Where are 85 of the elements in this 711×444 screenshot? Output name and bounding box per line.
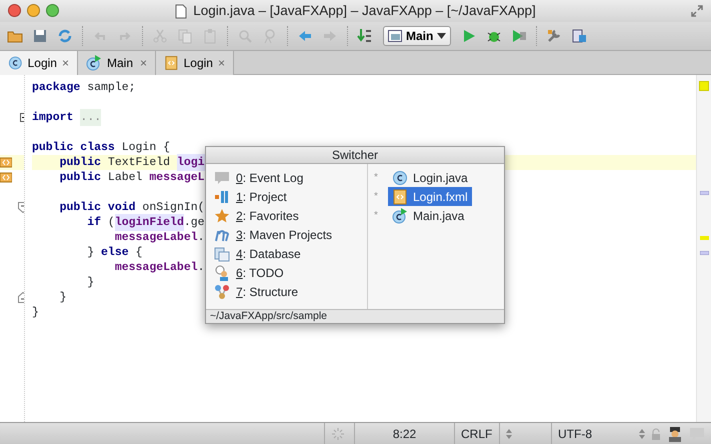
- updown-icon[interactable]: [506, 428, 512, 438]
- document-icon: [175, 4, 188, 18]
- window-title: Login.java – [JavaFXApp] – JavaFXApp – [~/JavaFXApp]: [193, 2, 536, 20]
- close-button[interactable]: [8, 4, 21, 17]
- close-icon[interactable]: ×: [62, 54, 69, 72]
- cut-icon: [152, 28, 168, 44]
- tool-window-item[interactable]: 1: Project: [236, 188, 287, 206]
- coverage-icon: [511, 28, 528, 44]
- minimize-button[interactable]: [27, 4, 40, 17]
- tool-window-item[interactable]: 7: Structure: [236, 282, 298, 300]
- file-path: ~/JavaFXApp/src/sample: [206, 309, 504, 323]
- main-class-icon: [392, 208, 408, 224]
- tool-window-item[interactable]: 0: Event Log: [236, 168, 304, 186]
- switcher-title: Switcher: [206, 147, 504, 164]
- tool-window-item[interactable]: 3: Maven Projects: [236, 226, 332, 244]
- line-separator[interactable]: CRLF: [461, 424, 492, 442]
- spinner-icon: [331, 426, 345, 440]
- code-line: messageLabel.: [114, 230, 205, 245]
- code-line: messageLabel.: [114, 260, 205, 275]
- updown-icon[interactable]: [639, 428, 645, 438]
- back-arrow-icon: [297, 28, 313, 44]
- sync-icon: [57, 28, 73, 44]
- fxml-link-icon[interactable]: [0, 157, 12, 168]
- editor-tab[interactable]: Login ×: [0, 51, 78, 75]
- code-line: if (loginField.ge: [32, 215, 205, 230]
- structure-icon: [214, 284, 230, 300]
- binary-arrow-icon: [357, 28, 373, 44]
- caret-icon: [437, 33, 446, 39]
- file-item[interactable]: Login.fxml: [388, 187, 472, 206]
- speech-balloon-icon: [214, 170, 230, 186]
- close-icon[interactable]: ×: [140, 54, 147, 72]
- run-icon: [461, 28, 478, 44]
- file-encoding[interactable]: UTF-8: [558, 424, 592, 442]
- tool-window-item[interactable]: 2: Favorites: [236, 206, 299, 224]
- tool-window-item[interactable]: 6: TODO: [236, 264, 284, 282]
- forward-arrow-icon: [322, 28, 338, 44]
- project-icon: [214, 188, 230, 204]
- class-icon: [8, 55, 23, 71]
- expand-icon[interactable]: [20, 113, 24, 122]
- modified-mark: *: [374, 209, 379, 223]
- editor-tab[interactable]: Login ×: [156, 51, 234, 75]
- close-icon[interactable]: ×: [218, 54, 225, 72]
- fxml-link-icon[interactable]: [0, 172, 12, 183]
- fxml-file-icon: [164, 55, 179, 71]
- code-line: }: [58, 290, 67, 305]
- file-item[interactable]: Main.java: [388, 206, 468, 225]
- fullscreen-icon[interactable]: [691, 5, 703, 17]
- code-line: public void onSignIn(: [58, 200, 205, 215]
- fxml-file-icon: [392, 188, 408, 204]
- main-class-icon: [86, 55, 102, 71]
- save-icon: [32, 28, 48, 44]
- window-icon: [388, 30, 402, 42]
- editor-tab[interactable]: Main ×: [78, 51, 156, 75]
- code-line: public class Login {: [32, 140, 170, 155]
- run-config-dropdown[interactable]: Main: [383, 26, 452, 46]
- code-line: public TextField logi: [32, 155, 205, 170]
- fold-icon[interactable]: [18, 202, 24, 213]
- modified-mark: *: [374, 171, 379, 185]
- todo-person-icon: [214, 264, 230, 280]
- zoom-button[interactable]: [46, 4, 59, 17]
- search-icon: [237, 28, 253, 44]
- warning-marker[interactable]: [700, 236, 708, 240]
- settings-icon: [546, 28, 562, 44]
- fold-icon[interactable]: [18, 292, 24, 303]
- code-line: public Label messageL: [58, 170, 205, 185]
- code-line: import ...: [32, 110, 102, 125]
- code-line: }: [32, 305, 39, 320]
- caret-position[interactable]: 8:22: [354, 422, 454, 444]
- paste-icon: [202, 28, 218, 44]
- copy-icon: [177, 28, 193, 44]
- class-icon: [392, 170, 408, 186]
- status-indicator-icon: [699, 81, 709, 91]
- modified-mark: *: [374, 190, 379, 204]
- code-line: package sample;: [32, 80, 136, 95]
- grid-icon: [571, 28, 588, 44]
- inspector-icon[interactable]: [667, 426, 683, 442]
- usage-marker[interactable]: [700, 250, 708, 254]
- star-icon: [214, 208, 230, 224]
- file-item[interactable]: Login.java: [388, 168, 472, 187]
- code-line: }: [86, 275, 94, 290]
- tool-window-item[interactable]: 4: Database: [236, 244, 301, 262]
- usage-marker[interactable]: [700, 190, 708, 194]
- code-line: } else {: [86, 245, 142, 260]
- lock-icon[interactable]: [651, 428, 661, 440]
- database-icon: [214, 246, 230, 262]
